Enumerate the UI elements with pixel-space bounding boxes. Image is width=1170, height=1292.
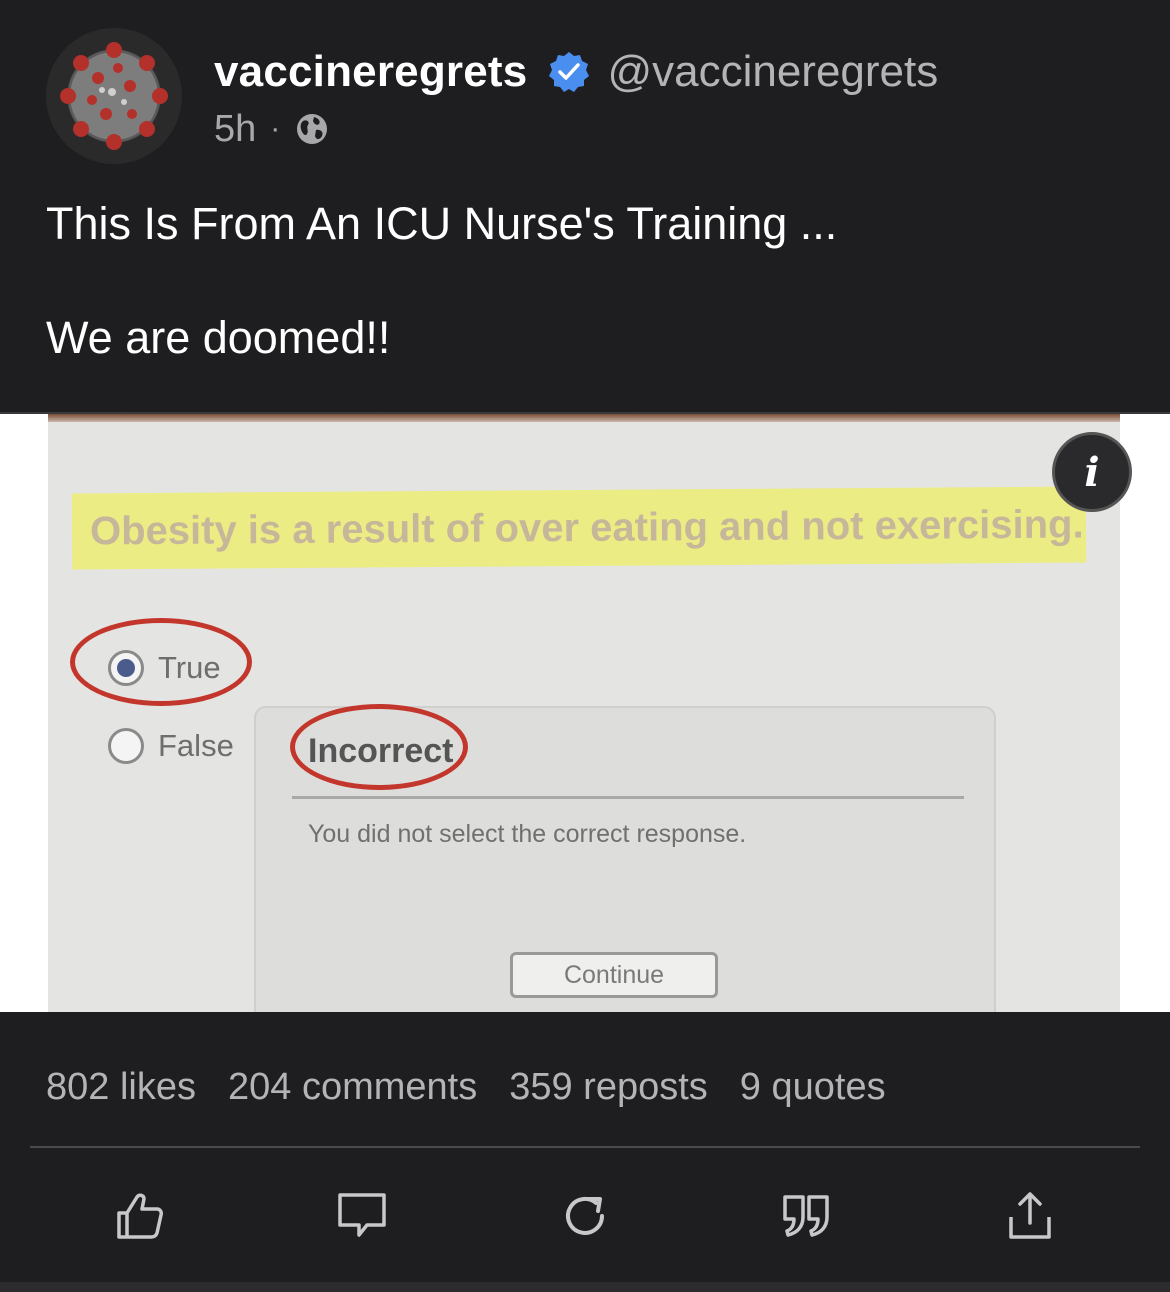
screenshot-photo: Obesity is a result of over eating and n… bbox=[48, 414, 1120, 1012]
like-icon bbox=[117, 1193, 163, 1239]
option-false-label: False bbox=[158, 728, 234, 763]
reposts-count[interactable]: 359 reposts bbox=[509, 1066, 708, 1109]
avatar[interactable] bbox=[46, 28, 182, 164]
share-icon bbox=[1009, 1192, 1051, 1239]
quotes-count[interactable]: 9 quotes bbox=[740, 1066, 886, 1109]
share-button[interactable] bbox=[994, 1180, 1066, 1252]
quiz-question: Obesity is a result of over eating and n… bbox=[71, 486, 1087, 570]
likes-count[interactable]: 802 likes bbox=[46, 1066, 196, 1109]
post-image[interactable]: Obesity is a result of over eating and n… bbox=[0, 412, 1170, 1012]
divider bbox=[30, 1146, 1140, 1148]
repost-icon bbox=[566, 1197, 604, 1235]
author-row: vaccineregrets @vaccineregrets bbox=[214, 44, 938, 100]
comments-count[interactable]: 204 comments bbox=[228, 1066, 477, 1109]
radio-unselected-icon bbox=[108, 728, 144, 764]
continue-button: Continue bbox=[510, 952, 718, 998]
feedback-divider bbox=[292, 796, 964, 799]
bottom-bar bbox=[0, 1282, 1170, 1292]
timestamp: 5h bbox=[214, 107, 257, 150]
repost-button[interactable] bbox=[549, 1180, 621, 1252]
feedback-message: You did not select the correct response. bbox=[308, 820, 747, 848]
verified-badge-icon bbox=[549, 52, 590, 92]
engagement-stats: 802 likes 204 comments 359 reposts 9 quo… bbox=[46, 1066, 918, 1109]
comment-icon bbox=[338, 1193, 386, 1237]
comment-button[interactable] bbox=[326, 1180, 398, 1252]
info-icon[interactable]: i bbox=[1052, 432, 1132, 512]
like-button[interactable] bbox=[104, 1180, 176, 1252]
photo-top-strip bbox=[48, 414, 1120, 422]
post-text-line-1: This Is From An ICU Nurse's Training ... bbox=[46, 198, 838, 249]
quote-button[interactable] bbox=[771, 1180, 843, 1252]
meta-row: 5h · bbox=[214, 106, 330, 152]
handle[interactable]: @vaccineregrets bbox=[607, 47, 938, 97]
display-name[interactable]: vaccineregrets bbox=[214, 47, 527, 97]
post-header: vaccineregrets @vaccineregrets 5h · This… bbox=[0, 0, 1170, 412]
quote-icon bbox=[783, 1195, 829, 1237]
separator: · bbox=[270, 112, 281, 145]
option-false: False bbox=[108, 728, 234, 764]
action-bar bbox=[0, 1180, 1170, 1252]
post-text-line-2: We are doomed!! bbox=[46, 312, 391, 363]
red-annotation-circle bbox=[290, 704, 468, 790]
globe-icon bbox=[297, 114, 328, 144]
virus-icon bbox=[60, 42, 168, 150]
red-annotation-circle bbox=[70, 618, 252, 706]
